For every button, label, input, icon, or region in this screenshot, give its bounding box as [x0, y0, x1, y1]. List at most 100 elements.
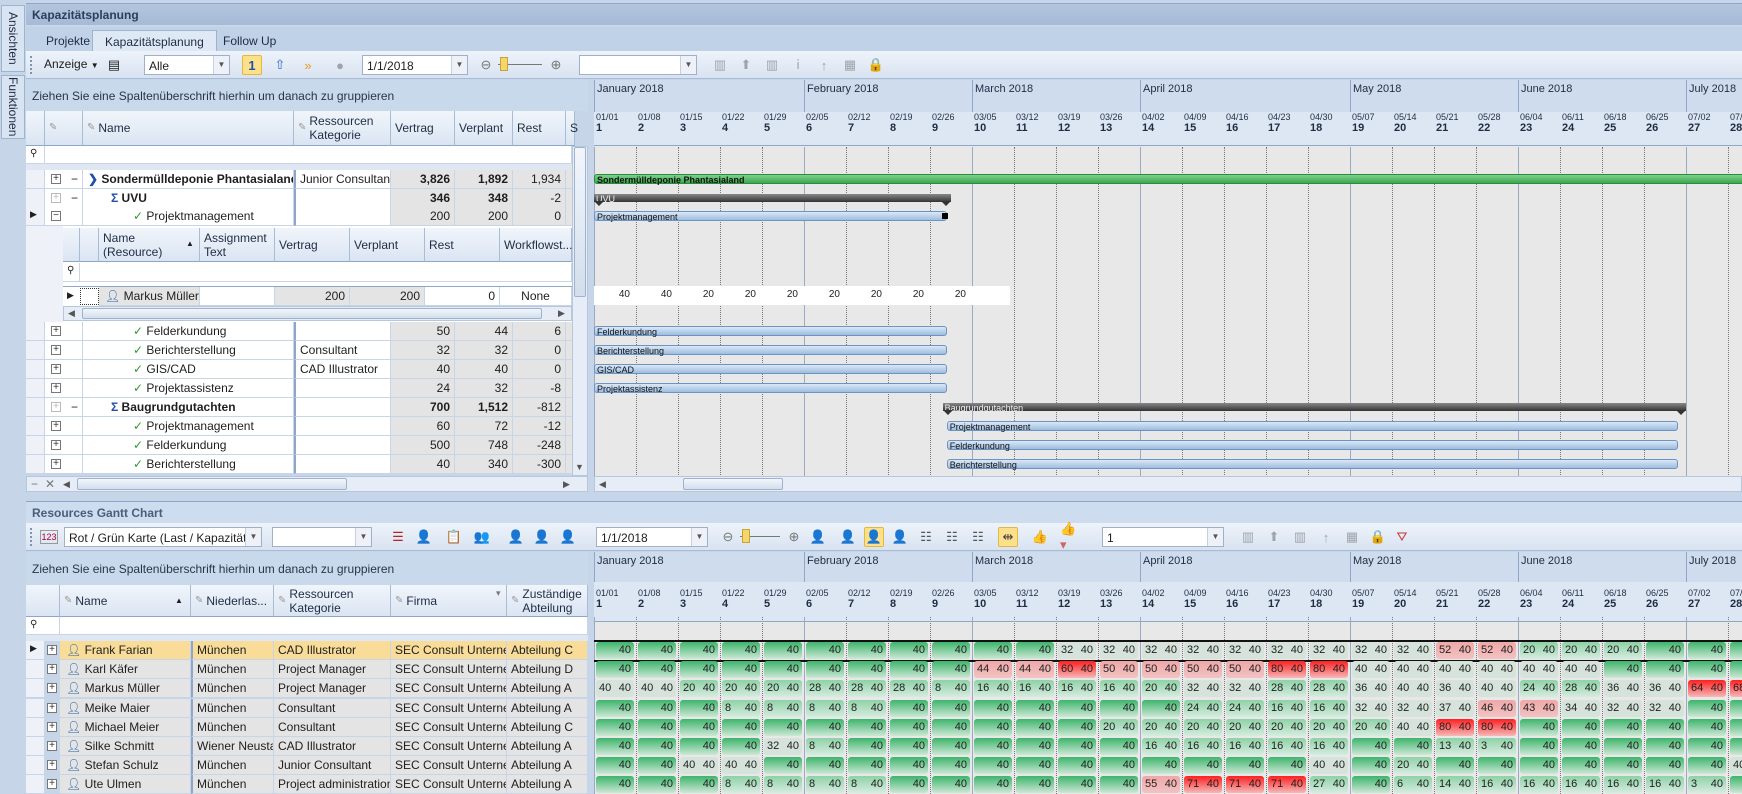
load-cell[interactable]: 40	[680, 642, 718, 659]
load-cell[interactable]: 40	[1142, 757, 1180, 775]
load-cell[interactable]: 40	[1688, 642, 1726, 659]
load-cell[interactable]: 40 40	[596, 680, 634, 698]
filter-row[interactable]	[60, 617, 588, 635]
load-cell[interactable]: 80 40	[1478, 718, 1516, 736]
load-cell[interactable]: 40	[1730, 642, 1742, 659]
expand-toggle-icon[interactable]: +	[47, 664, 57, 675]
load-cell[interactable]: 20 40	[1268, 718, 1306, 736]
load-cell[interactable]: 16 40	[1058, 680, 1096, 698]
task-row[interactable]: ▶ − ✓ Projektmanagement 200 200 0	[26, 207, 575, 226]
load-cell[interactable]: 55 40	[1142, 776, 1180, 794]
load-cell[interactable]: 40	[638, 642, 676, 659]
person-edit-icon[interactable]: 👤	[506, 527, 526, 547]
zoom-out-icon[interactable]: ⊖	[476, 55, 496, 75]
load-cell[interactable]: 40 40	[1478, 680, 1516, 698]
load-cell[interactable]: 36 40	[1604, 680, 1642, 698]
load-cell[interactable]: 40	[722, 642, 760, 659]
load-cell[interactable]: 32 40	[764, 738, 802, 755]
load-cell[interactable]: 6 40	[1394, 776, 1432, 794]
assignment-text-cell[interactable]	[200, 287, 275, 306]
load-cell[interactable]: 40	[764, 661, 802, 679]
zoom-in-icon[interactable]: ⊕	[784, 527, 804, 547]
load-cell[interactable]: 40	[974, 699, 1012, 717]
load-cell[interactable]: 40	[1478, 757, 1516, 775]
expand-toggle-icon[interactable]: +	[51, 345, 61, 355]
load-cell[interactable]: 40	[1520, 757, 1558, 775]
resource-row[interactable]: + 👤︎ Michael Meier München Consultant SEC Co…	[26, 717, 588, 737]
column-header-abteilung[interactable]: ✎ Zuständige Abteilung	[507, 585, 588, 617]
load-cell[interactable]: 40	[1394, 738, 1432, 755]
collapse-icon[interactable]: −	[71, 172, 78, 186]
load-cell[interactable]: 40	[1058, 776, 1096, 794]
load-cell[interactable]: 8 40	[806, 699, 844, 717]
secondary-combo[interactable]: ▼	[272, 527, 372, 547]
load-cell[interactable]: 40	[596, 776, 634, 794]
gantt-bars-icon[interactable]: ☰	[388, 527, 408, 547]
person-view-active-icon[interactable]: 👤	[864, 527, 884, 547]
load-cell[interactable]: 40	[932, 642, 970, 659]
detail-column-header[interactable]: Name (Resource)	[99, 228, 200, 262]
gantt-bar[interactable]: Sondermülldeponie Phantasialand	[594, 174, 1742, 185]
load-cell[interactable]: 40	[722, 718, 760, 736]
row-indicator[interactable]	[26, 417, 45, 436]
load-cell[interactable]: 20 40	[1562, 642, 1600, 659]
scrollbar-thumb[interactable]	[77, 478, 347, 490]
tab-kapazitaetsplanung[interactable]: Kapazitätsplanung	[92, 30, 217, 51]
load-cell[interactable]: 40	[1352, 738, 1390, 755]
row-indicator[interactable]	[26, 660, 45, 680]
load-cell[interactable]: 40	[890, 699, 928, 717]
secondary-combo[interactable]: ▼	[579, 55, 697, 75]
today-icon[interactable]: 1	[242, 55, 262, 75]
load-cell[interactable]: 40	[1058, 757, 1096, 775]
expand-toggle-icon[interactable]: +	[47, 741, 57, 751]
detail-filter-row[interactable]	[80, 263, 572, 282]
row-indicator[interactable]	[26, 756, 45, 776]
row-indicator[interactable]	[26, 717, 45, 737]
load-cell[interactable]: 40	[596, 738, 634, 755]
detail-column-header[interactable]: Assignment Text	[200, 228, 275, 262]
filter-row[interactable]	[45, 146, 572, 164]
load-cell[interactable]: 40	[1730, 776, 1742, 794]
load-cell[interactable]: 40	[932, 757, 970, 775]
filter-combo[interactable]: Alle ▼	[144, 55, 230, 75]
move-up-icon[interactable]: ⬆	[736, 55, 756, 75]
load-cell[interactable]: 20 40	[1226, 718, 1264, 736]
chevron-down-icon[interactable]: ▼	[355, 528, 371, 546]
load-cell[interactable]: 40	[1688, 757, 1726, 775]
gantt-bar[interactable]: UVU	[594, 194, 951, 204]
load-cell[interactable]: 16 40	[974, 680, 1012, 698]
load-cell[interactable]: 3 40	[1478, 738, 1516, 755]
toolbar-grip[interactable]	[30, 56, 33, 74]
scroll-down-icon[interactable]: ▼	[575, 462, 584, 472]
load-cell[interactable]: 40	[890, 757, 928, 775]
column-icon[interactable]: ▥	[1238, 527, 1258, 547]
load-cell[interactable]: 40	[596, 718, 634, 736]
tab-follow-up[interactable]: Follow Up	[211, 30, 288, 51]
chevron-down-icon[interactable]: ▼	[680, 56, 696, 74]
detail-column-header[interactable]: Verplant	[350, 228, 425, 262]
load-cell[interactable]: 40	[1646, 661, 1684, 679]
load-cell[interactable]: 32 40	[1268, 642, 1306, 659]
row-indicator[interactable]	[26, 679, 45, 699]
load-cell[interactable]: 8 40	[848, 699, 886, 717]
expand-toggle-icon[interactable]: +	[51, 174, 61, 184]
load-cell[interactable]: 37 40	[1436, 699, 1474, 717]
load-cell[interactable]: 40	[890, 661, 928, 679]
indent-icon[interactable]: ▥	[762, 55, 782, 75]
load-cell[interactable]: 40	[680, 661, 718, 679]
load-cell[interactable]: 40	[596, 642, 634, 659]
load-cell[interactable]: 40	[806, 718, 844, 736]
load-cell[interactable]: 27 40	[1310, 776, 1348, 794]
load-cell[interactable]: 40	[1352, 776, 1390, 794]
row-indicator[interactable]	[26, 436, 45, 455]
gantt-bar[interactable]: GIS/CAD	[594, 364, 947, 375]
column-header-name[interactable]: ✎ Name	[83, 111, 294, 146]
load-cell[interactable]: 44 40	[974, 661, 1012, 679]
load-cell[interactable]: 14 40	[1436, 776, 1474, 794]
load-cell[interactable]: 40	[638, 699, 676, 717]
task-row[interactable]: + ✓ Projektassistenz 24 32 -8	[26, 379, 575, 398]
scrollbar-thumb[interactable]	[683, 478, 783, 490]
filter-clear-icon[interactable]: ⛛	[1392, 527, 1412, 547]
date-combo[interactable]: 1/1/2018 ▼	[362, 55, 468, 75]
column-header-s[interactable]: S	[566, 111, 578, 146]
